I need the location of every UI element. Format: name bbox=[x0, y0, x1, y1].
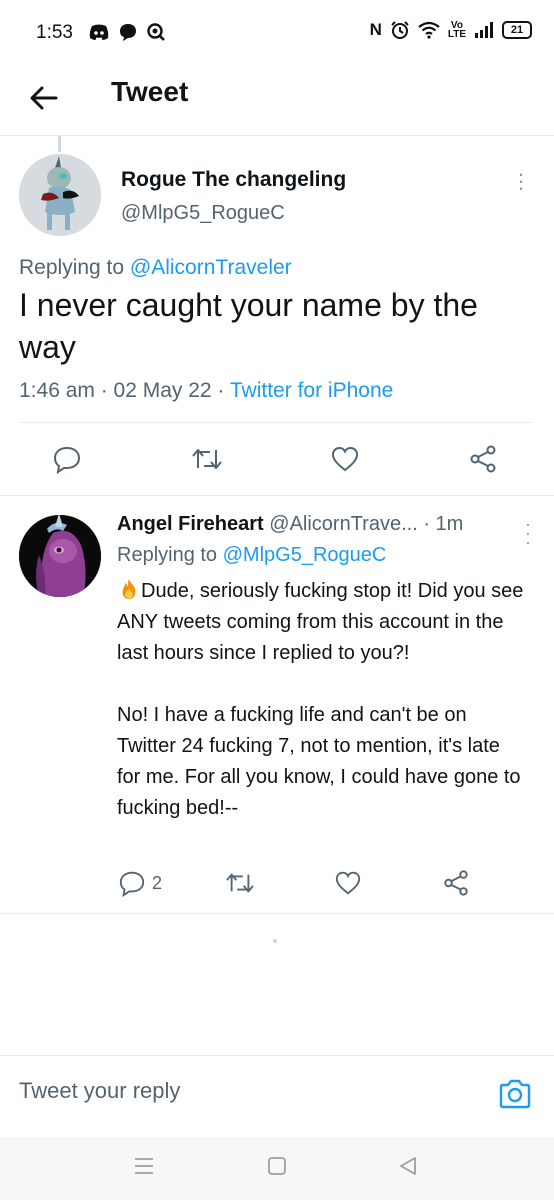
share-button[interactable] bbox=[468, 444, 498, 474]
divider bbox=[19, 422, 533, 423]
like-button[interactable] bbox=[334, 869, 362, 897]
back-button[interactable] bbox=[26, 80, 62, 116]
home-button[interactable] bbox=[267, 1155, 287, 1182]
wifi-icon bbox=[418, 21, 440, 39]
kebab-icon: · · · bbox=[517, 161, 525, 200]
like-button[interactable] bbox=[330, 444, 360, 474]
camera-button[interactable] bbox=[498, 1078, 532, 1110]
tweet-actions: 2 bbox=[0, 865, 554, 905]
tweet-text: I never caught your name by the way bbox=[19, 287, 478, 365]
author-name[interactable]: Rogue The changeling bbox=[121, 168, 346, 192]
discord-icon bbox=[89, 24, 109, 40]
nfc-icon: N bbox=[369, 20, 382, 39]
menu-button[interactable] bbox=[134, 1155, 154, 1182]
alarm-icon bbox=[391, 21, 409, 39]
share-button[interactable] bbox=[442, 869, 470, 897]
loading-indicator bbox=[273, 939, 277, 943]
avatar[interactable] bbox=[19, 154, 101, 236]
camera-icon bbox=[499, 1079, 531, 1109]
like-icon bbox=[335, 871, 361, 895]
main-tweet: Rogue The changeling @MlpG5_RogueC · · · R… bbox=[0, 136, 554, 496]
search-badge-icon bbox=[147, 23, 165, 41]
reply-button[interactable]: 2 bbox=[118, 869, 162, 897]
mention-link[interactable]: @AlicornTraveler bbox=[130, 256, 292, 279]
volte-icon: Vo LTE bbox=[447, 20, 466, 40]
reply-input[interactable]: Tweet your reply bbox=[19, 1078, 180, 1104]
reply-button[interactable] bbox=[52, 444, 82, 474]
arrow-left-icon bbox=[30, 86, 58, 110]
more-options-button[interactable]: · · · bbox=[514, 163, 528, 199]
author-handle[interactable]: @AlicornTrave... bbox=[269, 513, 418, 535]
tweet-text: Dude, seriously fucking stop it! Did you… bbox=[117, 578, 524, 819]
more-options-button[interactable]: · · · bbox=[521, 515, 535, 551]
chat-bubble-icon bbox=[120, 24, 136, 41]
mention-link[interactable]: @MlpG5_RogueC bbox=[223, 544, 387, 566]
back-nav-button[interactable] bbox=[397, 1155, 419, 1182]
retweet-button[interactable] bbox=[190, 444, 224, 474]
kebab-icon: · · · bbox=[525, 514, 531, 552]
back-triangle-icon bbox=[400, 1157, 416, 1175]
signal-icon bbox=[475, 22, 493, 38]
tweet-timestamp: 1:46 am · 02 May 22 · bbox=[19, 379, 230, 402]
status-time: 1:53 bbox=[36, 22, 73, 43]
alicorn-avatar-image bbox=[19, 515, 101, 597]
retweet-icon bbox=[192, 449, 222, 469]
reply-icon bbox=[53, 446, 81, 474]
like-icon bbox=[331, 446, 359, 472]
reply-tweet[interactable]: Angel Fireheart @AlicornTrave... · 1m · ·… bbox=[0, 497, 554, 914]
home-square-icon bbox=[268, 1157, 286, 1175]
reply-composer: Tweet your reply bbox=[0, 1055, 554, 1137]
tweet-actions bbox=[0, 432, 554, 488]
retweet-button[interactable] bbox=[224, 869, 256, 897]
tweet-source-link[interactable]: Twitter for iPhone bbox=[230, 379, 393, 402]
thread-line bbox=[58, 136, 61, 152]
status-bar: 1:53 N Vo LTE 21 bbox=[0, 0, 554, 66]
tweet-meta: 1:46 am · 02 May 22 · Twitter for iPhone bbox=[19, 379, 393, 403]
replying-to: Replying to @MlpG5_RogueC bbox=[117, 544, 387, 566]
share-icon bbox=[444, 870, 468, 896]
author-name[interactable]: Angel Fireheart bbox=[117, 513, 264, 535]
system-navbar bbox=[0, 1137, 554, 1200]
avatar[interactable] bbox=[19, 515, 101, 597]
battery-icon: 21 bbox=[502, 21, 532, 39]
app-header: Tweet bbox=[0, 66, 554, 136]
replying-to: Replying to @AlicornTraveler bbox=[19, 256, 292, 279]
share-icon bbox=[470, 445, 496, 473]
tweet-time: · 1m bbox=[423, 513, 464, 535]
reply-header: Angel Fireheart @AlicornTrave... · 1m bbox=[117, 513, 463, 536]
author-handle[interactable]: @MlpG5_RogueC bbox=[121, 202, 285, 225]
retweet-icon bbox=[226, 873, 254, 893]
page-title: Tweet bbox=[111, 76, 189, 107]
menu-icon bbox=[135, 1158, 153, 1174]
fire-emoji-icon bbox=[122, 578, 136, 600]
changeling-avatar-image bbox=[19, 154, 101, 236]
reply-count: 2 bbox=[152, 872, 163, 893]
reply-icon bbox=[119, 871, 145, 897]
